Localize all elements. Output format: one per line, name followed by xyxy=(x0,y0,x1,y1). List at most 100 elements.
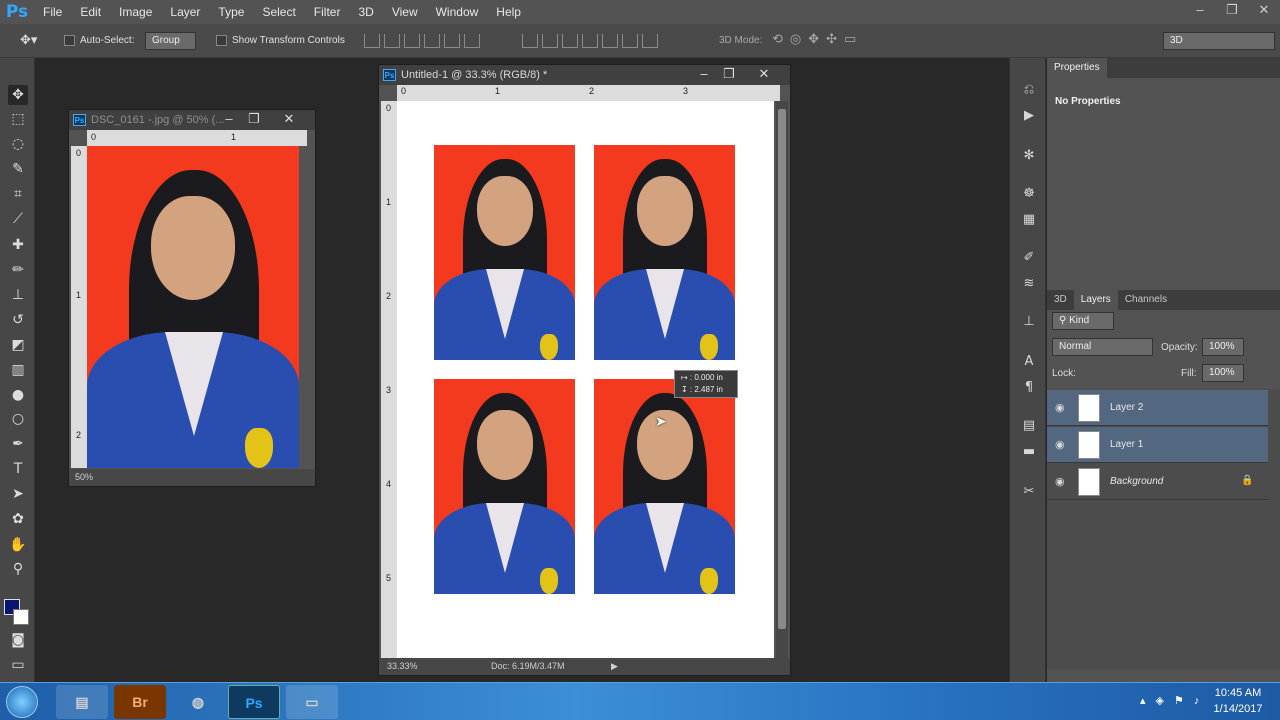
notes-panel-icon[interactable]: ▬ xyxy=(1019,444,1039,462)
workspace-dropdown[interactable]: 3D xyxy=(1163,32,1275,50)
doc-size[interactable]: Doc: 6.19M/3.47M xyxy=(491,658,565,675)
path-select-tool-icon[interactable]: ➤ xyxy=(8,484,28,504)
zoom-level[interactable]: 33.33% xyxy=(387,661,418,671)
minimize-icon[interactable]: – xyxy=(694,66,714,81)
close-icon[interactable]: ✕ xyxy=(279,111,299,127)
menu-help[interactable]: Help xyxy=(487,0,530,24)
document-titlebar[interactable]: Ps Untitled-1 @ 33.3% (RGB/8) * – ❐ ✕ xyxy=(379,65,790,85)
zoom-tool-icon[interactable]: ⚲ xyxy=(8,559,28,579)
tool-presets-icon[interactable]: ✂ xyxy=(1019,484,1039,502)
minimize-icon[interactable]: – xyxy=(219,111,239,126)
character-panel-icon[interactable]: A xyxy=(1019,354,1039,372)
opacity-input[interactable]: 100% xyxy=(1202,338,1244,356)
bridge-app-button[interactable]: Br xyxy=(114,685,166,719)
screen-mode-icon[interactable]: ▭ xyxy=(8,655,28,675)
fill-input[interactable]: 100% xyxy=(1202,364,1244,382)
tab-layers[interactable]: Layers xyxy=(1073,290,1118,310)
pen-tool-icon[interactable]: ✒ xyxy=(8,434,28,454)
close-icon[interactable]: ✕ xyxy=(1248,0,1280,24)
align-left-icon[interactable] xyxy=(424,34,440,48)
distribute-top-icon[interactable] xyxy=(522,34,538,48)
crop-tool-icon[interactable]: ⌗ xyxy=(8,184,28,204)
actions-panel-icon[interactable]: ▶ xyxy=(1019,108,1039,126)
clock-date[interactable]: 1/14/2017 xyxy=(1208,703,1268,715)
eyedropper-tool-icon[interactable]: ⟋ xyxy=(8,209,28,229)
marquee-tool-icon[interactable]: ⬚ xyxy=(8,109,28,129)
document-window-dsc0161[interactable]: Ps DSC_0161 -.jpg @ 50% (... – ❐ ✕ 0 1 0… xyxy=(68,109,316,487)
blend-mode-dropdown[interactable]: Normal xyxy=(1052,338,1153,356)
align-right-icon[interactable] xyxy=(464,34,480,48)
dodge-tool-icon[interactable]: ○ xyxy=(8,409,28,429)
kind-filter-dropdown[interactable]: ⚲ Kind xyxy=(1052,312,1114,330)
menu-filter[interactable]: Filter xyxy=(305,0,350,24)
quick-select-tool-icon[interactable]: ✎ xyxy=(8,159,28,179)
status-arrow-icon[interactable]: ▶ xyxy=(611,658,618,675)
shape-tool-icon[interactable]: ✿ xyxy=(8,509,28,529)
layer-row-background[interactable]: ◉ Background 🔒 xyxy=(1047,464,1268,500)
folder-icon[interactable]: ▭ xyxy=(286,685,338,719)
document-titlebar[interactable]: Ps DSC_0161 -.jpg @ 50% (... – ❐ ✕ xyxy=(69,110,315,130)
lasso-tool-icon[interactable]: ◌ xyxy=(8,134,28,154)
brush-panel-icon[interactable]: ✐ xyxy=(1019,250,1039,268)
clock-time[interactable]: 10:45 AM xyxy=(1208,687,1268,699)
close-icon[interactable]: ✕ xyxy=(754,66,774,82)
menu-layer[interactable]: Layer xyxy=(161,0,209,24)
file-explorer-icon[interactable]: ▤ xyxy=(56,685,108,719)
brush-tool-icon[interactable]: ✏ xyxy=(8,260,28,280)
clone-stamp-tool-icon[interactable]: ⊥ xyxy=(8,285,28,305)
history-brush-tool-icon[interactable]: ↺ xyxy=(8,310,28,330)
move-tool-icon[interactable]: ✥ xyxy=(8,85,28,105)
minimize-icon[interactable]: – xyxy=(1184,0,1216,24)
distribute-left-icon[interactable] xyxy=(582,34,598,48)
chrome-icon[interactable]: ◍ xyxy=(172,685,224,719)
styles-panel-icon[interactable]: ☸ xyxy=(1019,186,1039,204)
tab-3d[interactable]: 3D xyxy=(1047,290,1074,310)
menu-edit[interactable]: Edit xyxy=(71,0,110,24)
layer-row-layer1[interactable]: ◉ Layer 1 xyxy=(1047,427,1268,463)
menu-image[interactable]: Image xyxy=(110,0,161,24)
background-color-swatch[interactable] xyxy=(13,609,29,625)
zoom-level[interactable]: 50% xyxy=(75,472,93,482)
show-transform-checkbox[interactable] xyxy=(216,35,227,46)
menu-type[interactable]: Type xyxy=(209,0,253,24)
menu-window[interactable]: Window xyxy=(427,0,488,24)
quick-mask-icon[interactable]: ◙ xyxy=(8,630,28,650)
menu-3d[interactable]: 3D xyxy=(349,0,382,24)
swatches-panel-icon[interactable]: ▦ xyxy=(1019,212,1039,230)
visibility-eye-icon[interactable]: ◉ xyxy=(1055,438,1065,451)
visibility-eye-icon[interactable]: ◉ xyxy=(1055,475,1065,488)
move-tool-icon[interactable]: ✥▾ xyxy=(20,33,37,48)
start-button[interactable] xyxy=(6,686,38,718)
brush-presets-icon[interactable]: ≋ xyxy=(1019,276,1039,294)
distribute-hcenter-icon[interactable] xyxy=(602,34,618,48)
gradient-tool-icon[interactable]: ▥ xyxy=(8,360,28,380)
distribute-bottom-icon[interactable] xyxy=(562,34,578,48)
align-hcenter-icon[interactable] xyxy=(444,34,460,48)
3d-mode-icons[interactable]: ⟲◎✥✣▭ xyxy=(772,32,863,47)
menu-file[interactable]: File xyxy=(34,0,71,24)
passport-photo-4[interactable] xyxy=(594,379,735,594)
hand-tool-icon[interactable]: ✋ xyxy=(8,535,28,555)
type-tool-icon[interactable]: T xyxy=(8,459,28,479)
eraser-tool-icon[interactable]: ◩ xyxy=(8,335,28,355)
group-dropdown[interactable]: Group xyxy=(145,32,196,50)
align-vcenter-icon[interactable] xyxy=(384,34,400,48)
tab-properties[interactable]: Properties xyxy=(1047,58,1107,78)
blur-tool-icon[interactable]: ● xyxy=(8,385,28,405)
layer-row-layer2[interactable]: ◉ Layer 2 xyxy=(1047,390,1268,426)
tab-channels[interactable]: Channels xyxy=(1118,290,1174,310)
healing-brush-tool-icon[interactable]: ✚ xyxy=(8,235,28,255)
align-top-icon[interactable] xyxy=(364,34,380,48)
menu-view[interactable]: View xyxy=(383,0,427,24)
photoshop-app-button[interactable]: Ps xyxy=(228,685,280,719)
align-bottom-icon[interactable] xyxy=(404,34,420,48)
system-tray-icons[interactable]: ▴◈⚑♪ xyxy=(1140,694,1209,707)
distribute-vcenter-icon[interactable] xyxy=(542,34,558,48)
paragraph-panel-icon[interactable]: ¶ xyxy=(1019,380,1039,398)
adjustments-panel-icon[interactable]: ✻ xyxy=(1019,148,1039,166)
menu-select[interactable]: Select xyxy=(253,0,304,24)
auto-align-icon[interactable] xyxy=(642,34,658,48)
restore-icon[interactable]: ❐ xyxy=(244,111,264,127)
scrollbar-thumb[interactable] xyxy=(778,109,786,629)
restore-icon[interactable]: ❐ xyxy=(1216,0,1248,24)
